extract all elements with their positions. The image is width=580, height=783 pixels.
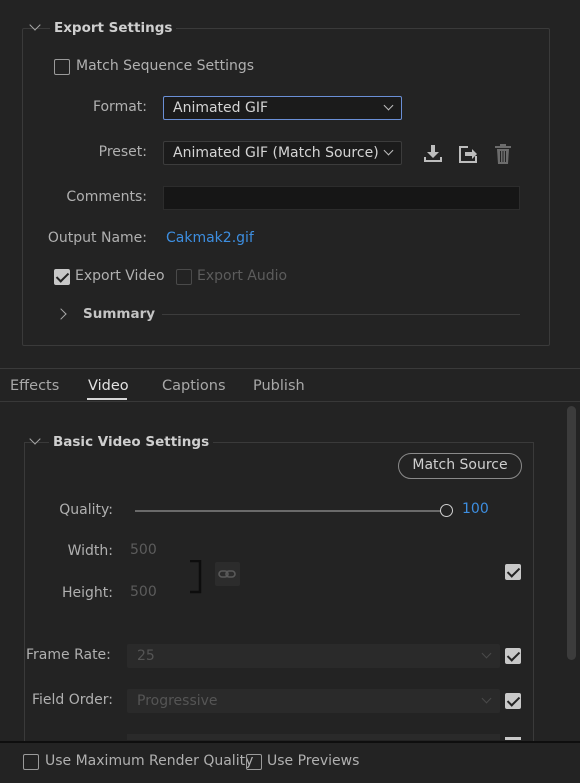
export-settings-title: Export Settings xyxy=(50,20,177,36)
chevron-down-icon xyxy=(481,648,492,659)
match-source-button[interactable]: Match Source xyxy=(398,453,522,479)
field-order-override-checkbox[interactable] xyxy=(505,693,521,709)
tab-effects[interactable]: Effects xyxy=(10,378,59,394)
basic-video-settings-panel xyxy=(24,442,534,762)
next-row-checkbox-partial xyxy=(505,737,521,740)
chevron-down-icon xyxy=(383,100,394,111)
comments-label: Comments: xyxy=(66,189,147,205)
output-name-link[interactable]: Cakmak2.gif xyxy=(166,230,254,246)
chevron-down-icon xyxy=(383,145,394,156)
preset-value: Animated GIF (Match Source) xyxy=(173,145,379,161)
summary-divider xyxy=(162,314,520,315)
save-preset-icon[interactable] xyxy=(421,142,445,166)
frame-rate-dropdown: 25 xyxy=(127,644,500,668)
quality-slider-track[interactable] xyxy=(135,510,446,512)
link-dimensions-button[interactable] xyxy=(215,562,240,586)
next-row-dropdown-partial xyxy=(127,734,500,740)
basic-video-settings-title: Basic Video Settings xyxy=(49,434,214,450)
tab-publish[interactable]: Publish xyxy=(253,378,305,394)
use-previews-checkbox[interactable] xyxy=(246,754,262,770)
format-dropdown[interactable]: Animated GIF xyxy=(163,96,402,120)
format-label: Format: xyxy=(92,99,147,115)
height-label: Height: xyxy=(62,585,113,601)
frame-rate-value: 25 xyxy=(137,648,155,664)
max-render-quality-checkbox[interactable] xyxy=(23,754,39,770)
active-tab-indicator xyxy=(87,398,127,400)
match-sequence-checkbox[interactable] xyxy=(54,59,70,75)
delete-preset-icon[interactable] xyxy=(491,142,515,166)
field-order-dropdown: Progressive xyxy=(127,689,500,713)
tab-video[interactable]: Video xyxy=(88,378,129,394)
use-previews-label: Use Previews xyxy=(267,753,360,769)
aspect-bracket xyxy=(190,560,202,594)
field-order-label: Field Order: xyxy=(31,692,113,708)
scrollbar-thumb[interactable] xyxy=(567,406,576,660)
footer-bar: Use Maximum Render Quality Use Previews xyxy=(0,741,580,783)
comments-field[interactable] xyxy=(163,186,520,210)
chevron-down-icon xyxy=(481,693,492,704)
export-video-checkbox[interactable] xyxy=(54,269,70,285)
width-value: 500 xyxy=(130,542,157,558)
quality-value[interactable]: 100 xyxy=(462,501,489,517)
match-sequence-label: Match Sequence Settings xyxy=(76,58,255,74)
frame-rate-override-checkbox[interactable] xyxy=(505,648,521,664)
quality-label: Quality: xyxy=(59,502,113,518)
export-video-label: Export Video xyxy=(75,268,165,284)
import-preset-icon[interactable] xyxy=(456,142,480,166)
max-render-quality-label: Use Maximum Render Quality xyxy=(45,753,254,769)
tab-bar: Effects Video Captions Publish xyxy=(0,368,580,402)
width-label: Width: xyxy=(67,543,113,559)
output-name-label: Output Name: xyxy=(47,230,147,246)
format-value: Animated GIF xyxy=(173,100,269,116)
preset-dropdown[interactable]: Animated GIF (Match Source) xyxy=(163,141,402,165)
chain-link-icon xyxy=(218,570,236,578)
preset-label: Preset: xyxy=(98,144,147,160)
dimensions-override-checkbox[interactable] xyxy=(505,564,521,580)
summary-label[interactable]: Summary xyxy=(83,306,155,322)
quality-slider-handle[interactable] xyxy=(440,504,453,517)
height-value: 500 xyxy=(130,584,157,600)
export-audio-checkbox xyxy=(176,269,192,285)
tab-captions[interactable]: Captions xyxy=(162,378,226,394)
frame-rate-label: Frame Rate: xyxy=(26,647,111,663)
export-audio-label: Export Audio xyxy=(197,268,288,284)
field-order-value: Progressive xyxy=(137,693,218,709)
